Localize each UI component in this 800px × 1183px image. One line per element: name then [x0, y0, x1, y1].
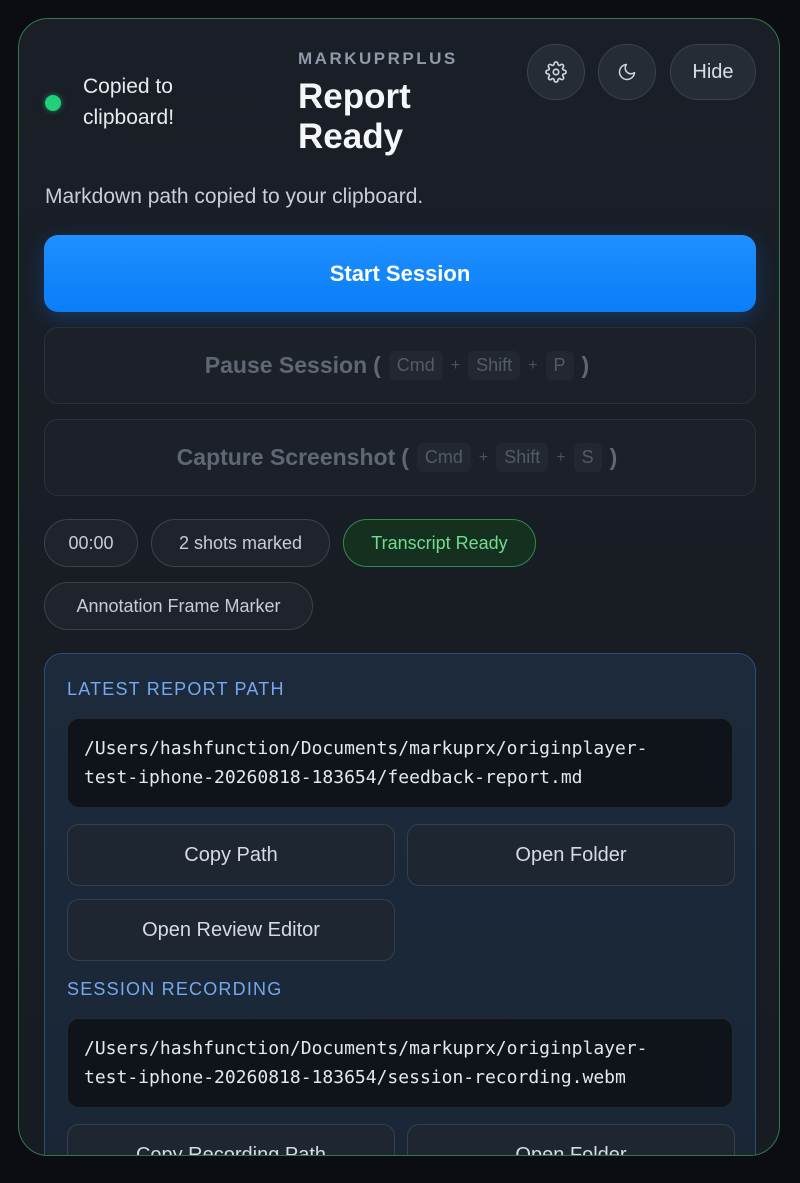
- copy-path-button[interactable]: Copy Path: [67, 824, 395, 886]
- copy-recording-path-button[interactable]: Copy Recording Path: [67, 1124, 395, 1155]
- plus-separator: +: [556, 448, 566, 466]
- kbd-cmd: Cmd: [388, 351, 443, 380]
- kbd-cmd: Cmd: [416, 443, 471, 472]
- annotation-marker-badge: Annotation Frame Marker: [44, 582, 313, 630]
- pause-session-label: Pause Session: [204, 352, 368, 378]
- settings-button[interactable]: [527, 44, 585, 100]
- open-recording-folder-button[interactable]: Open Folder: [407, 1124, 735, 1155]
- recording-path-line2: test-iphone-20260818-183654/session-reco…: [84, 1067, 626, 1088]
- start-session-button[interactable]: Start Session: [44, 235, 756, 312]
- kbd-shift: Shift: [468, 351, 521, 380]
- status-dot-icon: [45, 95, 61, 111]
- shots-count-badge: 2 shots marked: [151, 519, 330, 567]
- report-path-line2: test-iphone-20260818-183654/feedback-rep…: [84, 767, 583, 788]
- paren-open: (: [401, 444, 409, 470]
- status-text-line2: clipboard!: [83, 106, 175, 129]
- capture-screenshot-button[interactable]: Capture Screenshot ( Cmd + Shift + S ): [44, 419, 756, 496]
- capture-screenshot-label: Capture Screenshot: [176, 444, 396, 470]
- subtitle: Markdown path copied to your clipboard.: [45, 185, 424, 208]
- brand-name: MARKUPRPLUS: [298, 49, 458, 68]
- outputs-card: LATEST REPORT PATH /Users/hashfunction/D…: [44, 653, 756, 1155]
- recording-path-field[interactable]: /Users/hashfunction/Documents/markuprx/o…: [67, 1018, 733, 1108]
- kbd-p: P: [545, 351, 574, 380]
- plus-separator: +: [528, 356, 538, 374]
- page-title-line1: Report: [298, 77, 411, 116]
- plus-separator: +: [450, 356, 461, 374]
- app-panel: Copied to clipboard! MARKUPRPLUS Report …: [18, 18, 780, 1156]
- timer-badge: 00:00: [44, 519, 138, 567]
- report-path-line1: /Users/hashfunction/Documents/markuprx/o…: [84, 738, 648, 759]
- copy-status: Copied to clipboard!: [45, 71, 233, 133]
- kbd-s: S: [573, 443, 602, 472]
- paren-open: (: [373, 352, 381, 378]
- kbd-shift: Shift: [496, 443, 549, 472]
- paren-close: ): [581, 352, 590, 378]
- hide-button[interactable]: Hide: [670, 44, 756, 100]
- gear-icon: [545, 61, 567, 83]
- plus-separator: +: [478, 448, 489, 466]
- report-path-field[interactable]: /Users/hashfunction/Documents/markuprx/o…: [67, 718, 733, 808]
- session-recording-label: SESSION RECORDING: [67, 979, 283, 999]
- pause-session-button[interactable]: Pause Session ( Cmd + Shift + P ): [44, 327, 756, 404]
- paren-close: ): [609, 444, 618, 470]
- status-text: Copied to clipboard!: [83, 71, 233, 133]
- open-folder-button[interactable]: Open Folder: [407, 824, 735, 886]
- theme-toggle-button[interactable]: [598, 44, 656, 100]
- transcript-status-badge: Transcript Ready: [343, 519, 536, 567]
- page-title-line2: Ready: [298, 117, 404, 156]
- open-review-editor-button[interactable]: Open Review Editor: [67, 899, 395, 961]
- page-title: Report Ready: [298, 77, 478, 157]
- moon-icon: [618, 63, 636, 81]
- recording-path-line1: /Users/hashfunction/Documents/markuprx/o…: [84, 1038, 648, 1059]
- report-path-label: LATEST REPORT PATH: [67, 679, 285, 699]
- status-text-line1: Copied to: [83, 75, 173, 98]
